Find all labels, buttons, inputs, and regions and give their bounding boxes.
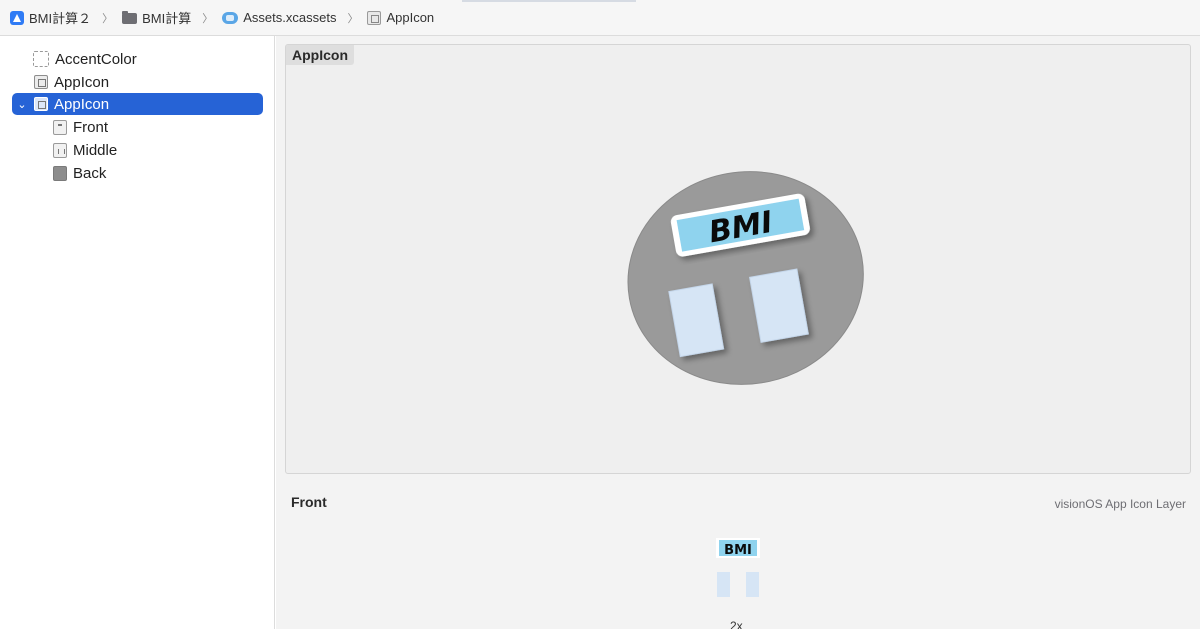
breadcrumb-separator: 〉 [102,12,114,25]
jump-bar: BMI計算２ 〉 BMI計算 〉 Assets.xcassets 〉 AppIc… [0,0,1200,36]
layer-section-subtitle: visionOS App Icon Layer [1054,497,1186,511]
layer-item-label: Back [73,164,107,182]
asset-item-label: AccentColor [55,50,137,68]
scale-label: 2x [730,619,743,629]
breadcrumb-project[interactable]: BMI計算２ 〉 [10,8,122,28]
asset-catalog-icon [222,11,239,24]
icon-back-disc [627,171,864,385]
color-set-icon [33,51,49,67]
breadcrumb-label: AppIcon [386,10,435,25]
layer-front-icon [53,119,67,135]
asset-editor: AppIcon BMI Front visionOS App Icon Laye… [276,36,1200,629]
asset-item-accentcolor[interactable]: AccentColor [12,48,263,70]
thumb-text: BMI [724,543,752,558]
app-icon-preview: BMI [627,171,864,385]
breadcrumb-separator: 〉 [347,12,359,25]
layer-item-label: Front [73,118,109,136]
asset-item-label: AppIcon [54,73,110,91]
breadcrumb-asset-catalog[interactable]: Assets.xcassets 〉 [222,8,367,28]
tab-indicator [462,0,636,2]
thumb-panel-left [717,572,730,597]
asset-item-label: AppIcon [54,95,110,113]
asset-item-appicon[interactable]: AppIcon [12,71,263,93]
layer-item-back[interactable]: Back [12,162,263,184]
front-layer-thumbnail[interactable]: BMI [713,536,763,600]
image-set-icon [34,75,48,89]
folder-icon [122,11,138,24]
preview-label: AppIcon [286,45,354,65]
breadcrumb-group[interactable]: BMI計算 〉 [122,8,222,28]
chevron-down-icon[interactable]: ⌄ [14,98,30,111]
icon-preview-panel[interactable]: AppIcon BMI [285,44,1191,474]
breadcrumb-label: BMI計算２ [29,11,92,26]
layer-back-icon [53,165,67,181]
breadcrumb-label: Assets.xcassets [243,10,337,25]
breadcrumb-image-set[interactable]: AppIcon [367,8,434,28]
layer-middle-icon [53,142,67,158]
breadcrumb-separator: 〉 [202,12,214,25]
image-set-icon [367,10,382,25]
thumb-panel-right [746,572,759,597]
breadcrumb-label: BMI計算 [142,11,192,26]
app-icon [10,10,24,25]
layer-item-front[interactable]: Front [12,116,263,138]
asset-item-appicon-selected[interactable]: ⌄ AppIcon [12,93,263,115]
asset-list: AccentColor AppIcon ⌄ AppIcon Front Midd… [0,36,275,629]
image-set-icon [34,97,48,111]
layer-item-middle[interactable]: Middle [12,139,263,161]
layer-item-label: Middle [73,141,118,159]
layer-section-title: Front [291,494,327,510]
